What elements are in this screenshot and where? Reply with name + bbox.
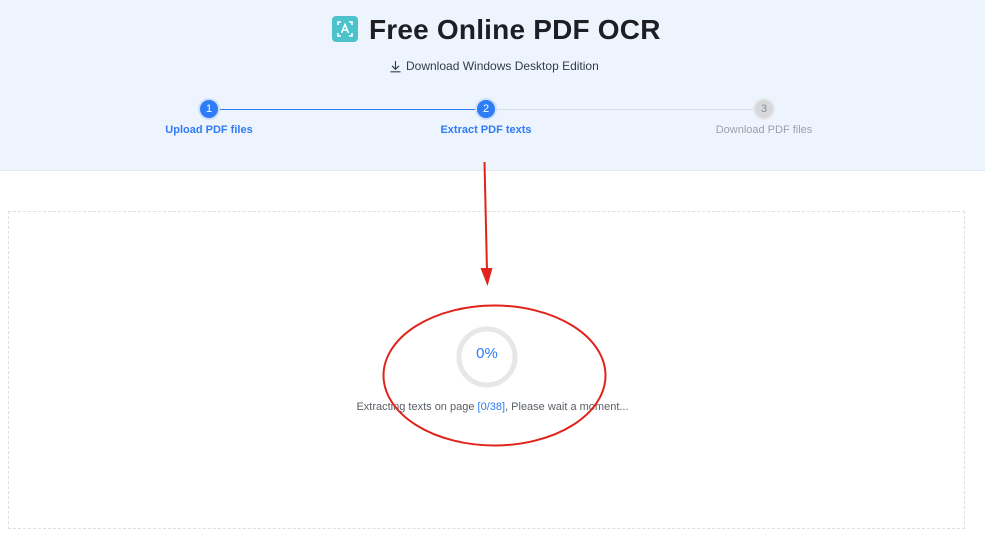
step-1-badge: 1	[200, 100, 218, 118]
step-2-label: Extract PDF texts	[440, 124, 532, 136]
step-connector-2-3	[496, 109, 754, 110]
download-desktop-label: Download Windows Desktop Edition	[406, 59, 599, 73]
page-header: Free Online PDF OCR Download Windows Des…	[0, 0, 985, 171]
page-progress-count: [0/38]	[477, 401, 506, 413]
step-3-badge: 3	[755, 100, 773, 118]
status-prefix: Extracting texts on page	[356, 401, 478, 413]
step-connector-1-2	[218, 109, 476, 110]
step-2-badge: 2	[477, 100, 495, 118]
status-message: Extracting texts on page [0/38], Please …	[0, 401, 985, 413]
page-title: Free Online PDF OCR	[369, 14, 661, 45]
download-icon	[390, 60, 401, 72]
download-desktop-link[interactable]: Download Windows Desktop Edition	[389, 58, 599, 74]
step-3-label: Download PDF files	[715, 124, 813, 136]
progress-percent: 0%	[476, 345, 498, 362]
ocr-scan-icon	[332, 16, 358, 42]
step-1-label: Upload PDF files	[165, 124, 253, 136]
status-suffix: , Please wait a moment...	[505, 401, 629, 413]
